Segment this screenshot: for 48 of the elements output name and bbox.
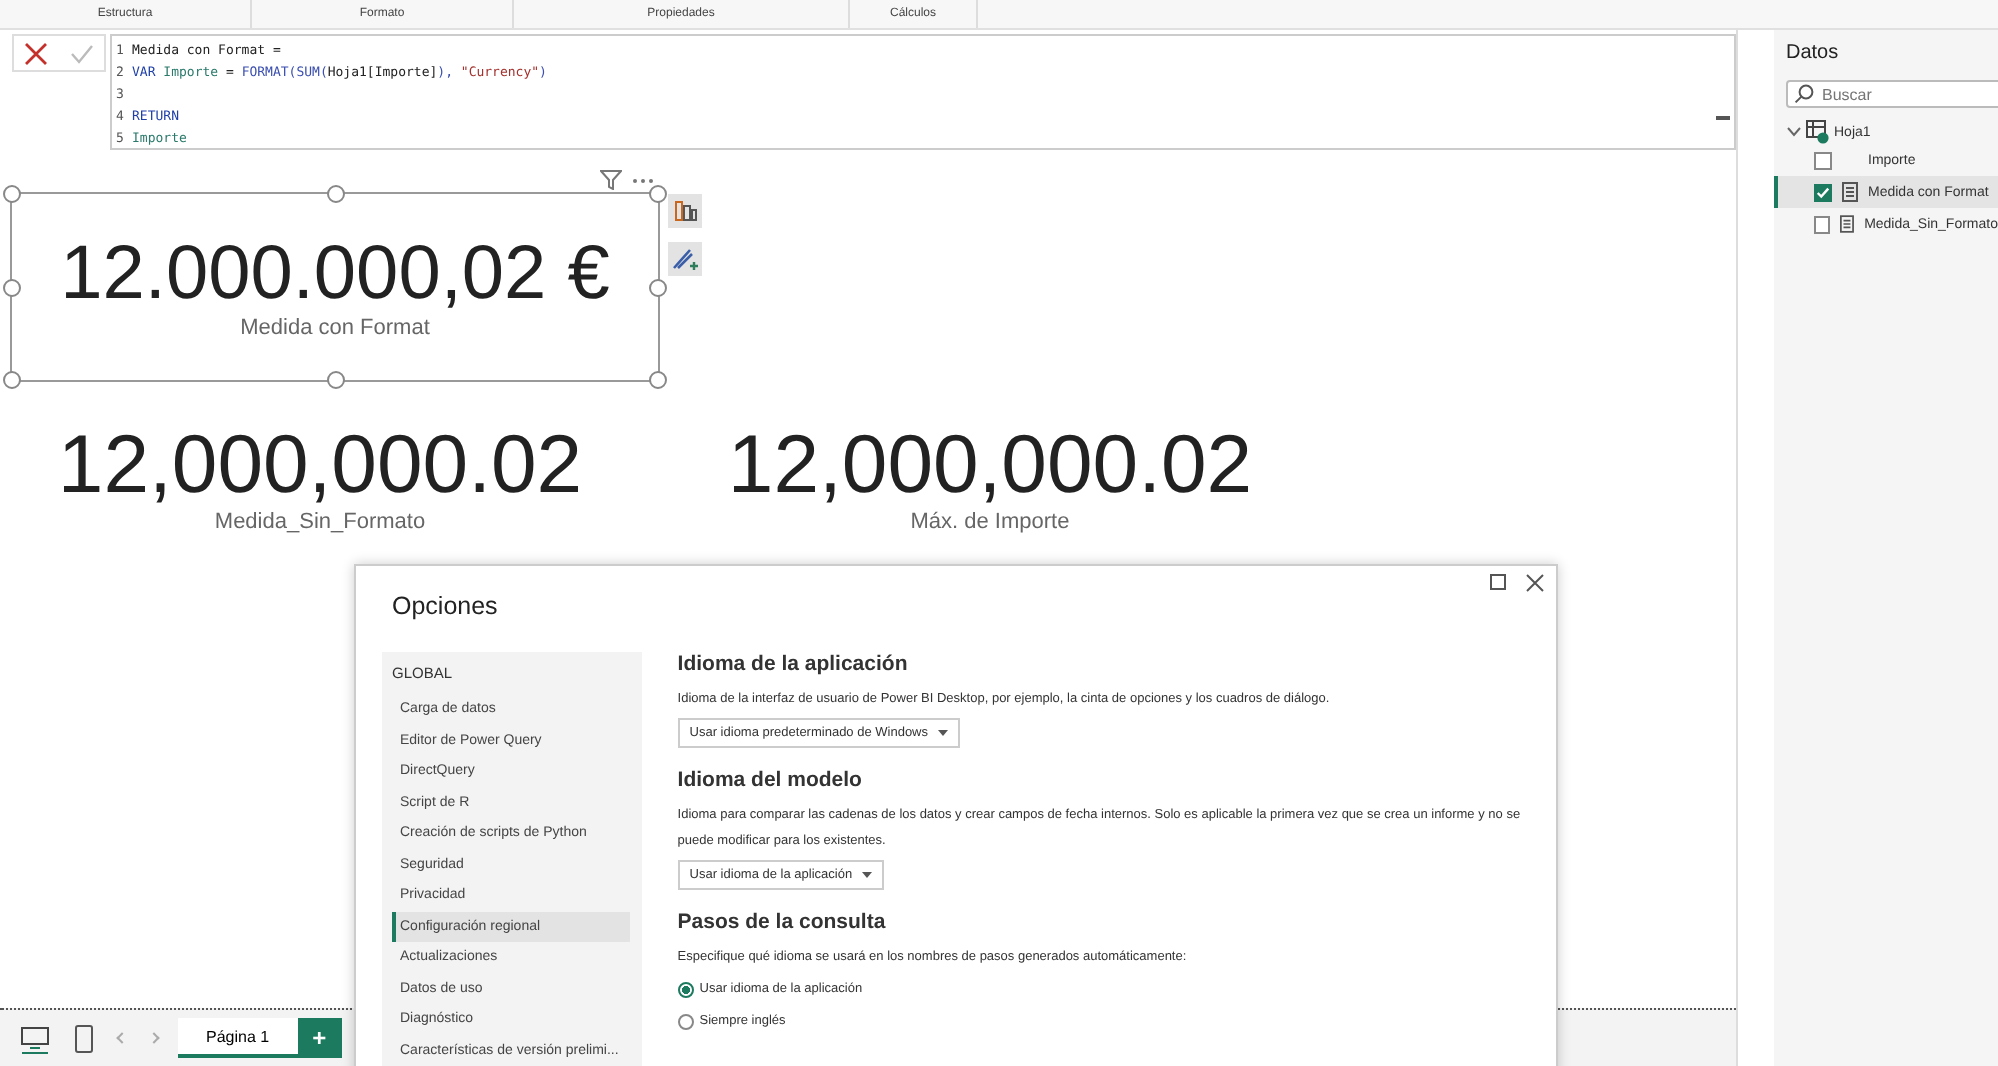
chevron-icon[interactable] bbox=[1786, 126, 1802, 138]
add-page-button[interactable]: + bbox=[297, 1018, 342, 1058]
table-icon bbox=[1806, 120, 1830, 144]
card-value: 12,000,000.02 bbox=[727, 420, 1253, 511]
brush-icon[interactable] bbox=[668, 242, 702, 276]
filter-icon[interactable] bbox=[600, 170, 622, 190]
calculator-icon bbox=[1842, 182, 1858, 202]
resize-handle[interactable] bbox=[649, 185, 667, 203]
card-visual[interactable]: 12,000,000.02 Medida_Sin_Formato bbox=[40, 420, 600, 535]
more-options-icon[interactable] bbox=[632, 178, 654, 184]
group-heading: Idioma del modelo bbox=[677, 768, 862, 792]
resize-handle[interactable] bbox=[326, 185, 344, 203]
card-visual[interactable]: 12,000,000.02 Máx. de Importe bbox=[710, 420, 1270, 535]
search-icon bbox=[1794, 84, 1814, 104]
mobile-layout-icon[interactable] bbox=[74, 1023, 94, 1053]
group-heading: Pasos de la consulta bbox=[677, 910, 886, 934]
card-label: Medida con Format bbox=[240, 316, 430, 341]
resize-handle[interactable] bbox=[649, 278, 667, 296]
resize-handle[interactable] bbox=[326, 371, 344, 389]
card-value: 12,000,000.02 bbox=[57, 420, 583, 511]
card-label: Máx. de Importe bbox=[910, 510, 1070, 535]
chart-icon[interactable] bbox=[668, 194, 702, 228]
radio-button[interactable] bbox=[677, 981, 694, 997]
caret-icon bbox=[862, 872, 873, 878]
pane-title: Datos bbox=[1786, 42, 1841, 64]
checkbox[interactable] bbox=[1814, 215, 1831, 233]
caret-icon bbox=[938, 730, 949, 736]
checkbox[interactable] bbox=[1814, 183, 1832, 201]
resize-handle[interactable] bbox=[649, 371, 667, 389]
card-value: 12.000.000,02 € bbox=[60, 233, 610, 317]
cancel-icon[interactable] bbox=[24, 41, 49, 65]
previous-page-icon[interactable] bbox=[116, 1032, 128, 1044]
close-icon[interactable] bbox=[1526, 574, 1544, 592]
checkbox[interactable] bbox=[1814, 151, 1832, 169]
search-field[interactable]: Buscar bbox=[1786, 80, 1998, 108]
radio-button[interactable] bbox=[677, 1013, 694, 1029]
commit-icon[interactable] bbox=[69, 43, 94, 63]
next-page-icon[interactable] bbox=[148, 1032, 160, 1044]
resize-handle[interactable] bbox=[3, 278, 21, 296]
group-heading: Idioma de la aplicación bbox=[677, 652, 908, 676]
card-label: Medida_Sin_Formato bbox=[214, 510, 426, 535]
dialog-title: Opciones bbox=[392, 592, 498, 620]
calculator-icon bbox=[1840, 214, 1855, 234]
resize-handle[interactable] bbox=[3, 371, 21, 389]
maximize-icon[interactable] bbox=[1490, 574, 1506, 590]
resize-handle[interactable] bbox=[3, 185, 21, 203]
page-tab[interactable]: Página 1 bbox=[178, 1018, 298, 1058]
desktop-layout-icon[interactable] bbox=[20, 1023, 50, 1053]
